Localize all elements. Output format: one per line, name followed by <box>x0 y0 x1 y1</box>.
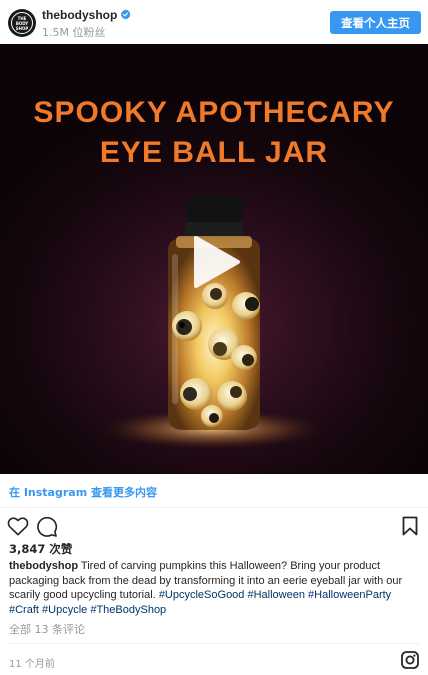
hashtag[interactable]: #Upcycle <box>42 604 87 616</box>
logo-text-3: SHOP <box>15 25 29 31</box>
action-bar <box>0 510 428 542</box>
avatar[interactable]: THE BODY SHOP <box>8 9 36 37</box>
brand-logo: THE BODY SHOP <box>11 12 33 34</box>
post-header: THE BODY SHOP thebodyshop 1.5M 位粉丝 查看个人主… <box>0 0 428 44</box>
video-title-line-2: EYE BALL JAR <box>99 136 329 169</box>
view-more-bar: 在 Instagram 查看更多内容 <box>0 474 428 508</box>
follower-count: 1.5M 位粉丝 <box>42 26 106 39</box>
instagram-embed-card: THE BODY SHOP thebodyshop 1.5M 位粉丝 查看个人主… <box>0 0 428 675</box>
divider <box>9 643 419 644</box>
username-link[interactable]: thebodyshop <box>42 8 117 22</box>
play-icon[interactable] <box>186 234 242 290</box>
view-more-on-instagram-link[interactable]: 在 Instagram 查看更多内容 <box>9 484 157 500</box>
post-caption: thebodyshop Tired of carving pumpkins th… <box>9 559 423 617</box>
verified-badge-icon <box>120 9 131 20</box>
hashtag[interactable]: #TheBodyShop <box>90 604 166 616</box>
hashtag[interactable]: #HalloweenParty <box>308 589 391 601</box>
view-profile-button[interactable]: 查看个人主页 <box>330 11 421 34</box>
video-title-line-1: SPOOKY APOTHECARY <box>33 96 395 129</box>
hashtag[interactable]: #Halloween <box>247 589 304 601</box>
hashtag[interactable]: #Craft <box>9 604 39 616</box>
video-media[interactable]: SPOOKY APOTHECARY EYE BALL JAR <box>0 44 428 474</box>
view-all-comments-link[interactable]: 全部 13 条评论 <box>9 621 85 637</box>
hashtag[interactable]: #UpcycleSoGood <box>159 589 245 601</box>
bookmark-icon[interactable] <box>402 516 418 536</box>
post-timestamp[interactable]: 11 个月前 <box>9 655 55 670</box>
caption-username[interactable]: thebodyshop <box>9 560 78 572</box>
like-count[interactable]: 3,847 次赞 <box>9 541 72 557</box>
instagram-logo-icon[interactable] <box>401 651 419 669</box>
heart-icon[interactable] <box>7 516 29 536</box>
comment-icon[interactable] <box>36 516 58 538</box>
